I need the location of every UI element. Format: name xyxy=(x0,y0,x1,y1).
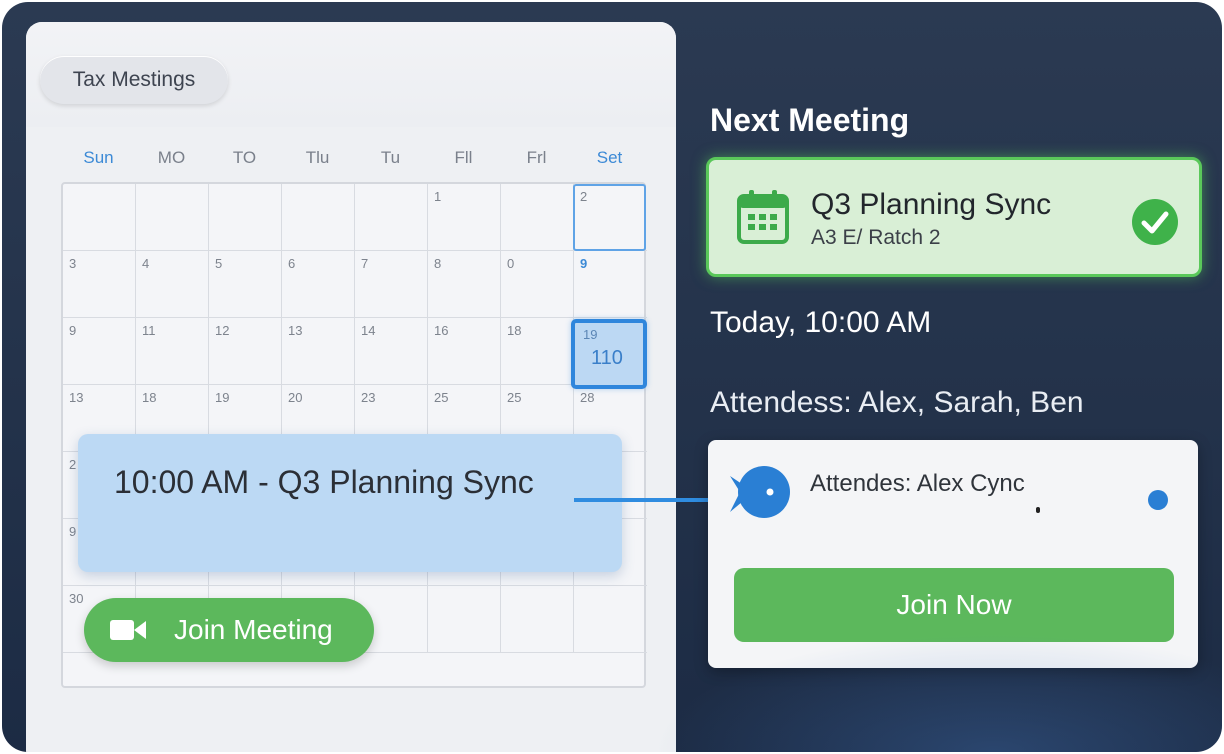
calendar-day-cell[interactable]: 0 xyxy=(501,251,574,318)
video-camera-icon xyxy=(110,620,146,640)
calendar-day-cell[interactable]: 5 xyxy=(209,251,282,318)
calendar-day-cell[interactable] xyxy=(501,184,574,251)
calendar-day-cell[interactable] xyxy=(428,586,501,653)
next-meeting-heading: Next Meeting xyxy=(710,102,910,138)
calendar-day-cell[interactable]: 4 xyxy=(136,251,209,318)
dow-label: Tu xyxy=(380,148,401,167)
join-meeting-label: Join Meeting xyxy=(174,614,333,645)
highlighted-day xyxy=(573,184,646,251)
calendar-day-cell[interactable]: 14 xyxy=(355,318,428,385)
calendar-day-cell[interactable] xyxy=(282,184,355,251)
calendar-day-cell[interactable]: 9 xyxy=(574,251,647,318)
app-frame: Tax Mestings Sun MO TO Tlu Tu Fll Frl Se… xyxy=(2,2,1222,752)
days-of-week-row: Sun MO TO Tlu Tu Fll Frl Set xyxy=(62,148,646,172)
selected-day-number: 110 xyxy=(591,347,623,369)
calendar-day-cell[interactable]: 7 xyxy=(355,251,428,318)
dow-label: Frl xyxy=(526,148,547,167)
dow-label: Sun xyxy=(83,148,114,167)
calendar-day-cell[interactable] xyxy=(355,184,428,251)
next-meeting-card[interactable]: Q3 Planning Sync A3 E/ Ratch 2 xyxy=(706,157,1202,277)
calendar-day-cell[interactable] xyxy=(209,184,282,251)
dow-label: MO xyxy=(157,148,186,167)
dow-label: TO xyxy=(232,148,257,167)
tab-tax-meetings[interactable]: Tax Mestings xyxy=(40,56,228,104)
dow-label: Set xyxy=(596,148,623,167)
calendar-icon xyxy=(737,190,789,244)
calendar-day-cell[interactable] xyxy=(63,184,136,251)
arrow-avatar-icon xyxy=(730,466,790,518)
text-cursor xyxy=(1036,507,1040,513)
calendar-day-cell[interactable]: 1 xyxy=(428,184,501,251)
calendar-day-cell[interactable]: 13 xyxy=(282,318,355,385)
dow-label: Fll xyxy=(454,148,473,167)
meeting-title: Q3 Planning Sync xyxy=(811,188,1052,221)
calendar-day-cell[interactable]: 12 xyxy=(209,318,282,385)
meeting-location: A3 E/ Ratch 2 xyxy=(811,226,941,249)
selected-day-top: 19 xyxy=(583,327,598,342)
join-now-button[interactable]: Join Now xyxy=(734,568,1174,642)
event-title: 10:00 AM - Q3 Planning Sync xyxy=(114,464,534,500)
calendar-day-cell[interactable] xyxy=(574,586,647,653)
meeting-attendees: Attendess: Alex, Sarah, Ben xyxy=(710,386,1084,419)
calendar-day-cell[interactable]: 18 xyxy=(501,318,574,385)
calendar-day-cell[interactable]: 16 xyxy=(428,318,501,385)
calendar-day-cell[interactable]: 11 xyxy=(136,318,209,385)
event-block[interactable]: 10:00 AM - Q3 Planning Sync xyxy=(78,434,622,572)
selected-day[interactable]: 19 110 xyxy=(571,319,647,389)
meeting-time: Today, 10:00 AM xyxy=(710,306,932,339)
attendee-card-text: Attendes: Alex Cync xyxy=(810,470,1025,497)
calendar-day-cell[interactable]: 8 xyxy=(428,251,501,318)
calendar-day-cell[interactable] xyxy=(501,586,574,653)
check-circle-icon xyxy=(1132,199,1178,245)
status-dot xyxy=(1148,490,1168,510)
calendar-day-cell[interactable]: 9 xyxy=(63,318,136,385)
calendar-day-cell[interactable]: 3 xyxy=(63,251,136,318)
dow-label: Tlu xyxy=(305,148,330,167)
calendar-day-cell[interactable]: 6 xyxy=(282,251,355,318)
join-meeting-button[interactable]: Join Meeting xyxy=(84,598,374,662)
calendar-day-cell[interactable] xyxy=(136,184,209,251)
attendee-card: Attendes: Alex Cync Join Now xyxy=(708,440,1198,668)
